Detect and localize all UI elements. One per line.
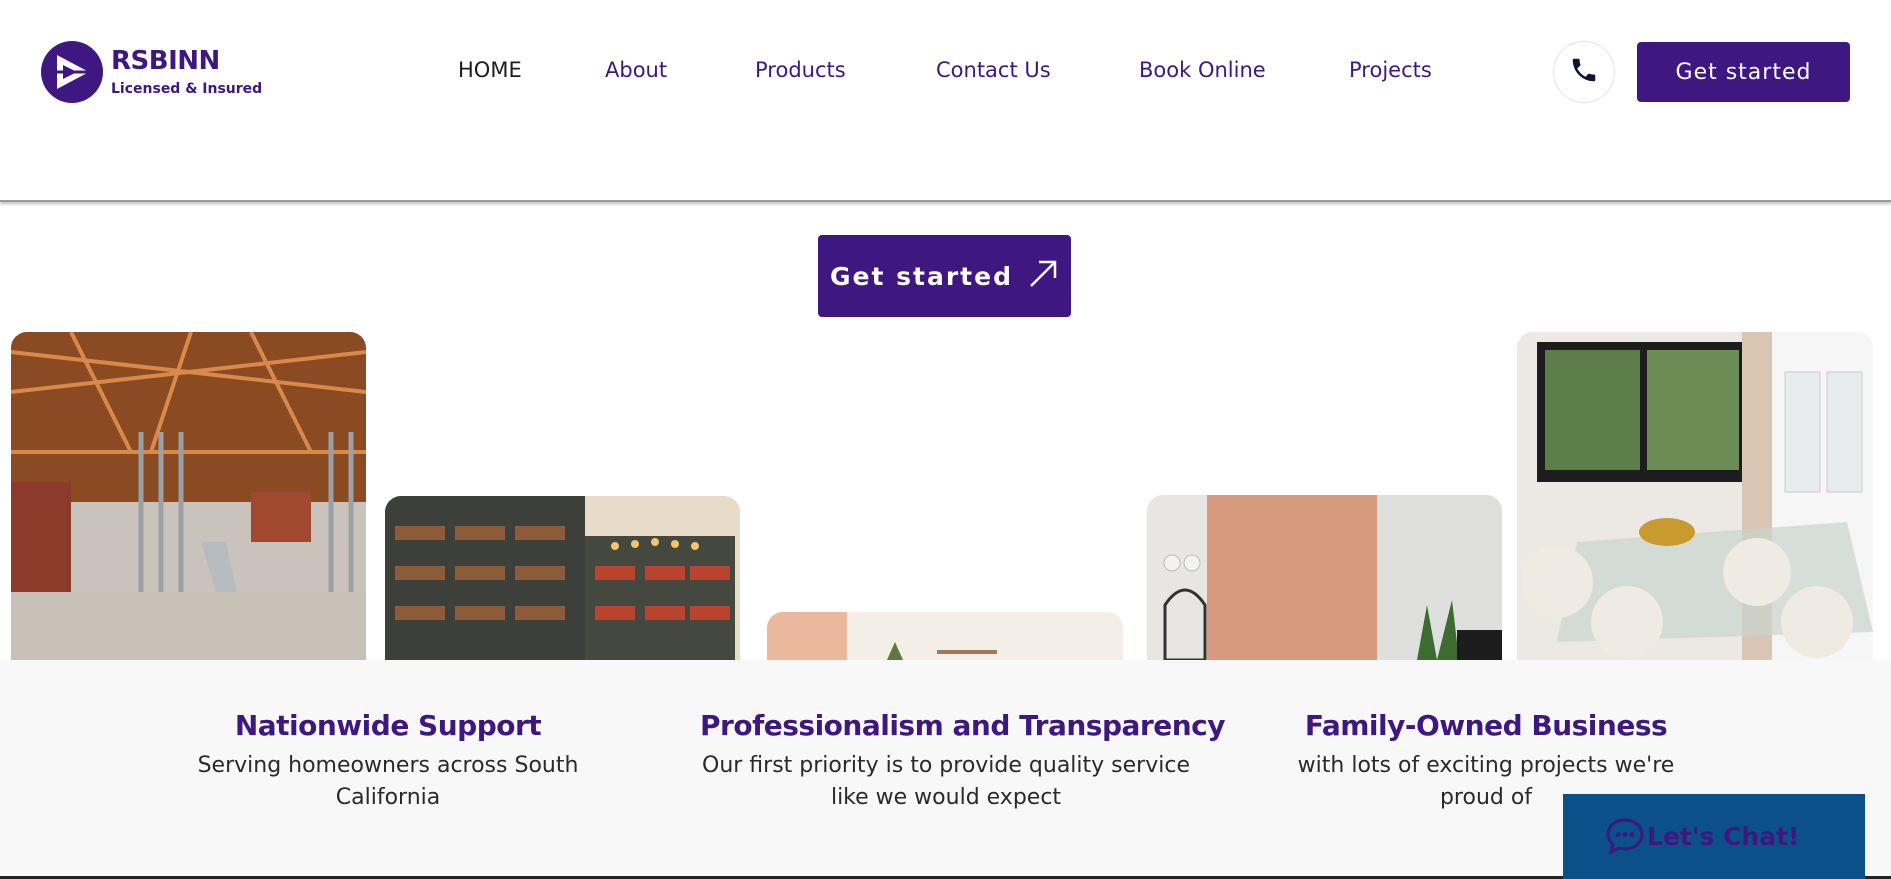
nav-home[interactable]: HOME [458,58,522,82]
page: RSBINN Licensed & Insured HOME About Pro… [0,0,1891,879]
interior-wall-photo [767,612,1123,660]
bathroom-vanity-photo [1147,495,1502,660]
phone-button[interactable] [1553,41,1615,103]
feature-professionalism: Professionalism and Transparency Our fir… [700,709,1225,814]
feature-title: Professionalism and Transparency [700,709,1225,742]
nav-about[interactable]: About [605,58,667,82]
arrow-up-right-icon [1027,258,1059,294]
feature-description: Our first priority is to provide quality… [702,753,1190,810]
nav-contact-us[interactable]: Contact Us [936,58,1051,82]
brand-name: RSBINN [111,46,220,76]
get-started-header-button[interactable]: Get started [1637,42,1850,102]
feature-nationwide-support: Nationwide Support Serving homeowners ac… [188,709,588,814]
chat-label: Let's Chat! [1647,822,1800,851]
nav-projects[interactable]: Projects [1349,58,1432,82]
get-started-hero-label: Get started [830,261,1013,291]
chat-bubble-icon [1605,816,1645,860]
brand-logo[interactable]: RSBINN Licensed & Insured [41,41,262,103]
nav-products[interactable]: Products [755,58,846,82]
get-started-hero-button[interactable]: Get started [818,235,1071,317]
logo-icon [41,41,103,103]
feature-description: Serving homeowners across South Californ… [197,753,579,810]
brand-tagline: Licensed & Insured [111,81,263,97]
construction-framing-photo [11,332,366,660]
feature-title: Nationwide Support [234,709,542,742]
library-bookshelves-photo [385,496,740,660]
site-header: RSBINN Licensed & Insured HOME About Pro… [0,0,1891,202]
feature-title: Family-Owned Business [1304,709,1668,742]
phone-icon [1569,55,1599,89]
chat-widget-button[interactable]: Let's Chat! [1563,794,1865,879]
dining-room-photo [1517,332,1873,660]
nav-book-online[interactable]: Book Online [1139,58,1266,82]
